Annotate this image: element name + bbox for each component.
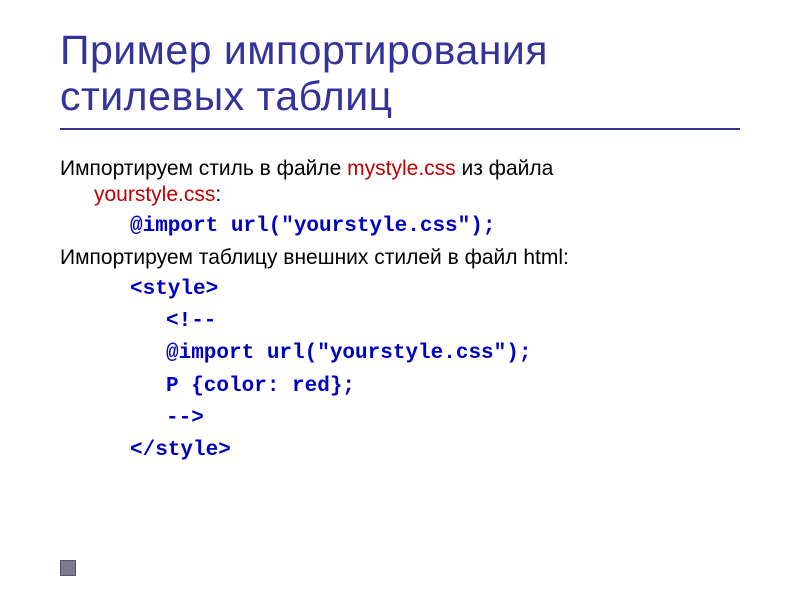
style-open-tag: <style> <box>130 278 218 301</box>
code-block-line-5: --> <box>60 404 740 432</box>
code-line-1: @import url("yourstyle.css"); <box>60 212 740 240</box>
comment-open: <!-- <box>166 310 216 333</box>
import-statement-2: @import url("yourstyle.css"); <box>166 342 531 365</box>
p1-text-a: Импортируем стиль в файле <box>60 157 347 180</box>
code-block-line-2: <!-- <box>60 307 740 335</box>
p1-filename-1: mystyle.css <box>347 157 456 180</box>
slide-title: Пример импортирования стилевых таблиц <box>60 28 740 120</box>
paragraph-2: Импортируем таблицу внешних стилей в фай… <box>60 245 740 271</box>
code-block-line-6: </style> <box>60 436 740 464</box>
paragraph-1: Импортируем стиль в файле mystyle.css из… <box>60 156 740 209</box>
comment-close: --> <box>166 407 204 430</box>
p1-text-b: из файла <box>456 157 554 180</box>
css-rule: P {color: red}; <box>166 375 355 398</box>
p1-text-c: : <box>215 183 221 206</box>
code-block-line-1: <style> <box>60 275 740 303</box>
slide-body: Импортируем стиль в файле mystyle.css из… <box>60 156 740 465</box>
code-block-line-4: P {color: red}; <box>60 372 740 400</box>
style-close-tag: </style> <box>130 439 231 462</box>
p1-filename-2: yourstyle.css <box>60 182 215 208</box>
footer-square-icon <box>60 560 76 576</box>
slide: Пример импортирования стилевых таблиц Им… <box>0 0 800 600</box>
title-underline <box>60 128 740 130</box>
import-statement-1: @import url("yourstyle.css"); <box>130 215 495 238</box>
code-block-line-3: @import url("yourstyle.css"); <box>60 339 740 367</box>
